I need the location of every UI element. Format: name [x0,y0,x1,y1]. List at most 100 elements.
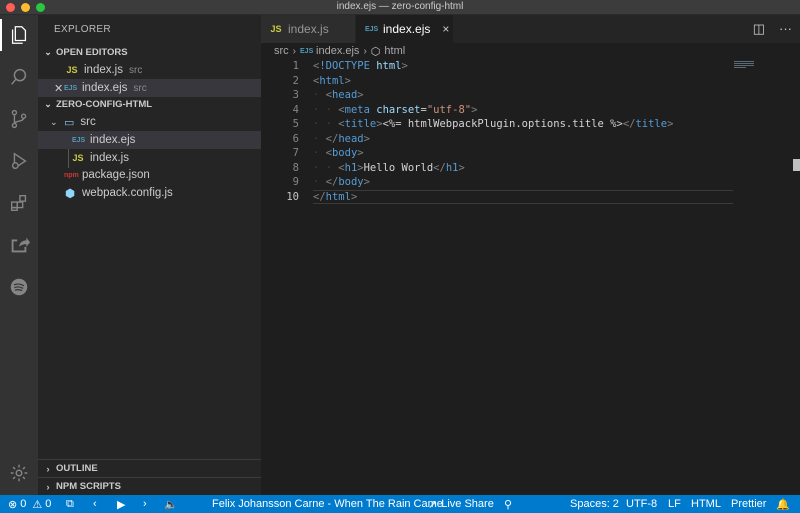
file-name: package.json [82,169,150,181]
code-line: · </body> [313,176,370,188]
webpack-file-icon: ⬢ [65,187,75,200]
js-file-icon: JS [270,24,282,34]
line-number: 9 [292,176,299,188]
tree-item-webpack-config[interactable]: ⬢ webpack.config.js [38,184,261,202]
mute-icon[interactable]: 🔈 [164,495,178,513]
language-mode[interactable]: HTML [691,495,721,513]
error-icon: ⊗ [8,498,18,511]
npm-scripts-label: NPM SCRIPTS [56,481,121,492]
npm-file-icon: npm [64,171,79,179]
code-line: · <body> [313,147,364,159]
live-share-icon[interactable] [7,233,31,257]
warning-count: 0 [45,498,52,510]
open-editors-label: OPEN EDITORS [56,46,128,58]
line-number: 7 [292,147,299,159]
code-editor[interactable]: 1 2 3 4 5 6 7 8 9 10 <!DOCTYPE html> <ht… [261,59,800,495]
scrollbar-marker[interactable] [793,159,800,171]
line-number: 2 [292,74,299,87]
live-share-button[interactable]: ↗ Live Share [428,495,494,513]
run-debug-icon[interactable] [7,149,31,173]
next-track-icon[interactable]: › [143,495,147,513]
file-folder-desc: src [133,82,147,94]
notifications-icon[interactable]: 🔔 [776,495,790,513]
ejs-file-icon: EJS [64,84,78,92]
window-title: index.ejs — zero-config-html [336,1,464,12]
js-file-icon: JS [66,65,78,75]
minimap[interactable] [734,61,754,71]
live-share-icon: ↗ [428,498,438,511]
chevron-down-icon: ⌄ [44,46,52,57]
line-number: 4 [292,103,299,116]
live-share-label: Live Share [441,498,494,510]
chevron-right-icon: › [46,463,50,474]
breadcrumb-folder[interactable]: src [274,45,289,57]
symbol-icon: ⬡ [370,45,381,58]
source-control-icon[interactable] [7,107,31,131]
breadcrumb-symbol[interactable]: html [384,45,405,57]
js-file-icon: JS [72,153,84,163]
explorer-icon[interactable] [7,23,31,47]
split-editor-icon[interactable]: ◫ [753,21,765,37]
spotify-icon[interactable] [7,275,31,299]
file-folder-desc: src [129,64,143,76]
title-bar: index.ejs — zero-config-html [0,0,800,15]
npm-scripts-header[interactable]: › NPM SCRIPTS [38,477,261,495]
indentation-status[interactable]: Spaces: 2 [570,495,619,513]
editor-actions: ◫ ··· [753,21,792,37]
tree-item-index-ejs[interactable]: EJS index.ejs [38,131,261,149]
editor-tabs: JS index.js EJS index.ejs × ◫ ··· [261,15,800,43]
open-editor-item-index-js[interactable]: JS index.js src [38,61,261,79]
tab-label: index.ejs [383,22,431,36]
extensions-icon[interactable] [7,191,31,215]
search-icon[interactable] [7,65,31,89]
chevron-down-icon: ⌄ [50,116,58,127]
settings-gear-icon[interactable] [7,461,31,485]
tab-index-ejs[interactable]: EJS index.ejs × [356,15,453,43]
more-actions-icon[interactable]: ··· [779,21,792,37]
encoding-status[interactable]: UTF-8 [626,495,657,513]
tree-item-index-js[interactable]: JS index.js [38,149,261,167]
chevron-right-icon: › [292,45,297,57]
play-icon[interactable]: ▶ [117,495,125,513]
code-line: · · <meta charset="utf-8"> [313,103,478,116]
explorer-sidebar: EXPLORER ⌄ OPEN EDITORS JS index.js src … [38,15,261,495]
tab-index-js[interactable]: JS index.js [261,15,355,43]
now-playing-track[interactable]: Felix Johansson Carne - When The Rain Ca… [212,495,443,513]
file-name: index.ejs [90,134,136,146]
eol-status[interactable]: LF [668,495,681,513]
breadcrumb-file[interactable]: index.ejs [316,45,359,57]
tree-item-package-json[interactable]: npm package.json [38,166,261,184]
folder-icon: ▭ [64,116,75,129]
code-line: · </head> [313,132,370,145]
chevron-down-icon: ⌄ [44,98,52,109]
error-count: 0 [20,498,27,510]
ejs-file-icon: EJS [72,136,86,144]
formatter-status[interactable]: Prettier [731,495,766,513]
project-header[interactable]: ⌄ ZERO-CONFIG-HTML [38,95,261,113]
close-icon[interactable]: × [442,22,449,36]
code-line: · · <title><%= htmlWebpackPlugin.options… [313,118,674,130]
ejs-file-icon: EJS [365,25,379,33]
project-label: ZERO-CONFIG-HTML [56,98,153,110]
folder-src[interactable]: ⌄ ▭ src [38,113,261,131]
toggle-panel-icon[interactable]: ⧉ [66,495,74,513]
line-number: 6 [292,132,299,145]
tab-label: index.js [288,22,329,36]
code-line: </html> [313,189,733,204]
line-number: 1 [292,60,299,72]
file-name: index.js [90,152,129,164]
problems-indicator[interactable]: ⊗ 0 ⚠ 0 [8,495,51,513]
previous-track-icon[interactable]: ‹ [93,495,97,513]
line-number: 10 [286,190,299,203]
open-editors-header[interactable]: ⌄ OPEN EDITORS [38,43,261,61]
line-number: 8 [292,161,299,174]
pin-icon[interactable]: ⚲ [504,495,512,513]
close-icon[interactable]: ✕ [54,82,64,95]
sidebar-title: EXPLORER [54,24,111,35]
warning-icon: ⚠ [32,498,43,511]
code-lines: <!DOCTYPE html> <html> · <head> · · <met… [313,59,733,204]
outline-header[interactable]: › OUTLINE [38,459,261,477]
chevron-right-icon: › [363,45,367,57]
code-line: <!DOCTYPE html> [313,60,408,72]
file-name: webpack.config.js [82,187,173,199]
